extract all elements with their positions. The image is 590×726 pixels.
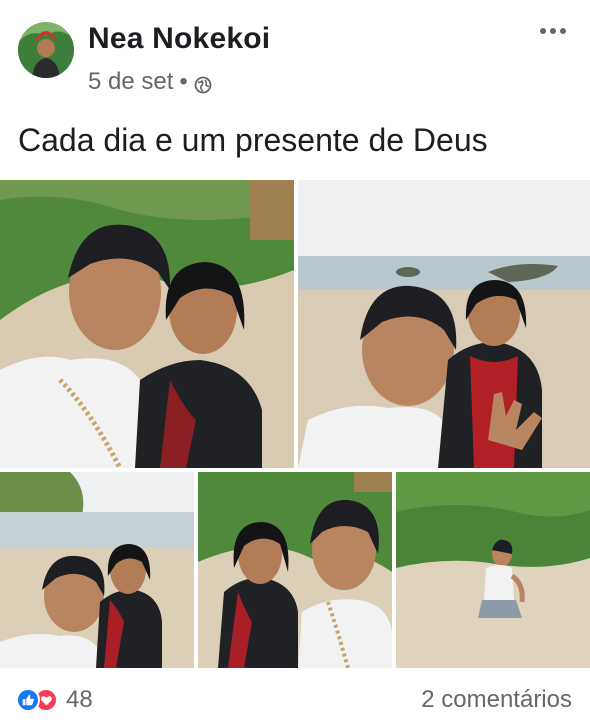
avatar[interactable]: [18, 22, 74, 78]
post-footer: 48 2 comentários: [0, 676, 590, 726]
post-date[interactable]: 5 de set: [88, 68, 173, 96]
meta-separator: •: [179, 68, 188, 95]
post-meta: 5 de set •: [88, 68, 212, 96]
like-icon: [16, 688, 40, 712]
photo-3[interactable]: [0, 472, 194, 668]
reaction-count: 48: [66, 686, 93, 713]
photo-1[interactable]: [0, 180, 294, 468]
comments-link[interactable]: 2 comentários: [421, 686, 572, 714]
photo-grid: [0, 180, 590, 668]
post-caption: Cada dia e um presente de Deus: [18, 122, 488, 158]
globe-icon: [194, 73, 212, 94]
reactions-summary[interactable]: 48: [16, 686, 93, 714]
photo-4[interactable]: [198, 472, 392, 668]
photo-5[interactable]: [396, 472, 590, 668]
author-name[interactable]: Nea Nokekoi: [88, 22, 270, 56]
post-header: Nea Nokekoi 5 de set •: [0, 0, 590, 110]
more-options-icon[interactable]: [536, 24, 570, 38]
photo-2[interactable]: [298, 180, 590, 468]
